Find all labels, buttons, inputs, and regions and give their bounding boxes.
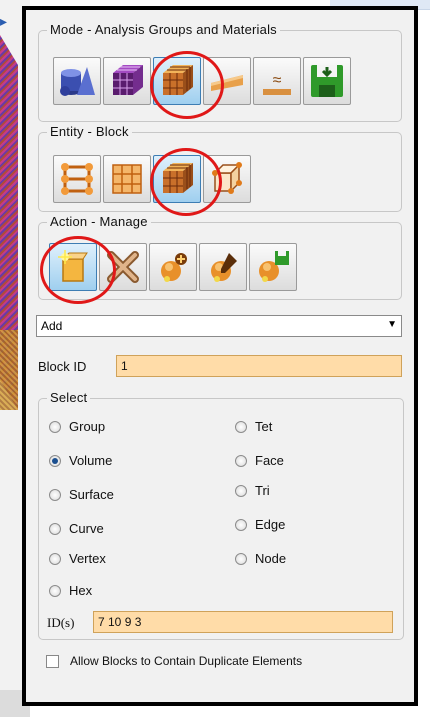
mode-group-title: Mode - Analysis Groups and Materials — [47, 22, 280, 37]
radio-label: Group — [69, 419, 106, 434]
radio-label: Face — [255, 453, 284, 468]
allow-duplicates-checkbox[interactable] — [46, 655, 59, 668]
analysis-groups-materials-icon — [163, 65, 193, 95]
block-id-label: Block ID — [38, 359, 87, 374]
mode-group: Mode - Analysis Groups and Materials ≈ — [38, 22, 402, 122]
radio-label: Vertex — [69, 551, 106, 566]
action-group: Action - Manage — [38, 214, 402, 300]
action-delete-button[interactable] — [99, 243, 147, 291]
select-group-title: Select — [47, 390, 91, 405]
radio-button[interactable] — [235, 485, 247, 497]
block-id-input[interactable]: 1 — [116, 355, 402, 377]
radio-button[interactable] — [49, 553, 61, 565]
geometry-mode-icon — [60, 67, 95, 96]
mode-solver-button[interactable]: ≈ — [253, 57, 301, 105]
mode-export-button[interactable] — [303, 57, 351, 105]
radio-button[interactable] — [49, 455, 61, 467]
radio-label: Tri — [255, 483, 270, 498]
radio-label: Volume — [69, 453, 113, 468]
radio-button[interactable] — [235, 519, 247, 531]
entity-block-button[interactable] — [153, 155, 201, 203]
boundary-conditions-icon — [211, 75, 243, 91]
radio-button[interactable] — [235, 553, 247, 565]
radio-button[interactable] — [49, 489, 61, 501]
manage-add-element-icon — [161, 253, 187, 282]
mode-geometry-button[interactable] — [53, 57, 101, 105]
export-save-icon — [311, 65, 343, 97]
operation-select[interactable]: Add ▼ — [36, 315, 402, 337]
mode-boundary-conditions-button[interactable] — [203, 57, 251, 105]
radio-label: Node — [255, 551, 287, 566]
action-add-element-button[interactable] — [149, 243, 197, 291]
radio-label: Curve — [69, 521, 104, 536]
action-group-title: Action - Manage — [47, 214, 151, 229]
solver-settings-icon: ≈ — [263, 72, 291, 95]
radio-button[interactable] — [235, 455, 247, 467]
manage-save-icon — [259, 251, 289, 282]
mesh-graphic-detail — [0, 330, 18, 410]
action-save-button[interactable] — [249, 243, 297, 291]
nodeset-icon — [61, 163, 93, 195]
radio-label: Edge — [255, 517, 286, 532]
group-icon — [212, 162, 242, 194]
entity-group-button[interactable] — [203, 155, 251, 203]
allow-duplicates-label: Allow Blocks to Contain Duplicate Elemen… — [70, 654, 303, 668]
ids-input[interactable]: 7 10 9 3 — [93, 611, 393, 633]
radio-label: Hex — [69, 583, 93, 598]
sideset-icon — [112, 164, 142, 194]
radio-button[interactable] — [49, 585, 61, 597]
select-group: Select Group Volume Surface Curve Vertex… — [38, 390, 404, 640]
radio-button[interactable] — [49, 523, 61, 535]
radio-button[interactable] — [49, 421, 61, 433]
radio-label: Tet — [255, 419, 273, 434]
command-panel: Mode - Analysis Groups and Materials ≈ E… — [22, 6, 418, 706]
toolbar-fragment-icon: ▸ — [0, 14, 8, 30]
entity-nodeset-button[interactable] — [53, 155, 101, 203]
action-add-button[interactable] — [49, 243, 97, 291]
ids-label: ID(s) — [47, 615, 75, 630]
radio-button[interactable] — [235, 421, 247, 433]
radio-label: Surface — [69, 487, 114, 502]
svg-text:≈: ≈ — [273, 72, 282, 89]
mesh-mode-icon — [113, 65, 143, 95]
entity-group: Entity - Block — [38, 124, 402, 212]
manage-add-icon — [58, 250, 88, 282]
entity-sideset-button[interactable] — [103, 155, 151, 203]
manage-modify-icon — [211, 253, 237, 282]
entity-group-title: Entity - Block — [47, 124, 132, 139]
action-modify-button[interactable] — [199, 243, 247, 291]
mode-analysis-groups-button[interactable] — [153, 57, 201, 105]
chevron-down-icon: ▼ — [387, 319, 397, 330]
manage-delete-icon — [107, 251, 139, 283]
operation-select-value: Add — [41, 319, 63, 333]
mode-mesh-button[interactable] — [103, 57, 151, 105]
block-icon — [163, 163, 193, 193]
